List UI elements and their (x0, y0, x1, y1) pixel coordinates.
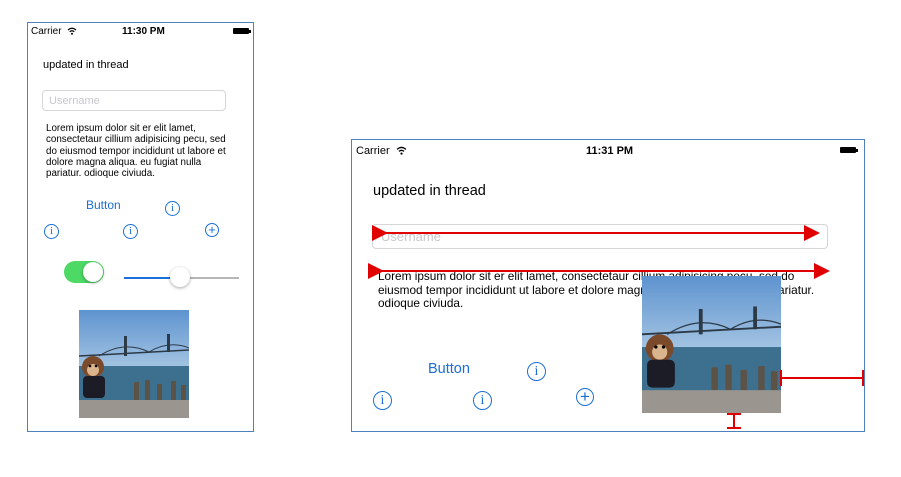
info-icon[interactable]: i (123, 224, 138, 239)
info-icon[interactable]: i (44, 224, 59, 239)
thread-label: updated in thread (43, 59, 129, 71)
switch[interactable] (64, 261, 104, 283)
carrier-label: Carrier (31, 26, 77, 37)
button[interactable]: Button (428, 361, 470, 377)
add-contact-icon[interactable]: + (576, 388, 594, 406)
button[interactable]: Button (86, 198, 121, 212)
monkey-bridge-photo (642, 276, 781, 413)
username-input[interactable] (373, 225, 827, 248)
status-time: 11:30 PM (122, 26, 165, 37)
info-icon[interactable]: i (473, 391, 492, 410)
username-field[interactable] (372, 224, 828, 249)
switch-knob (83, 262, 103, 282)
info-icon[interactable]: i (165, 201, 180, 216)
add-contact-icon[interactable]: + (205, 223, 219, 237)
status-bar: Carrier 11:30 PM (28, 23, 253, 39)
status-bar: Carrier 11:31 PM (352, 140, 864, 157)
lorem-text: Lorem ipsum dolor sit er elit lamet, con… (46, 123, 226, 180)
info-icon[interactable]: i (527, 362, 546, 381)
info-icon[interactable]: i (373, 391, 392, 410)
slider-thumb[interactable] (170, 267, 190, 287)
username-input[interactable] (43, 91, 225, 111)
carrier-label: Carrier (356, 145, 407, 157)
status-time: 11:31 PM (586, 145, 634, 157)
monkey-bridge-photo (79, 310, 189, 418)
slider[interactable] (124, 267, 239, 289)
username-field[interactable] (42, 90, 226, 111)
battery-icon (233, 28, 251, 34)
battery-icon (840, 147, 858, 153)
wifi-icon (67, 27, 77, 35)
thread-label: updated in thread (373, 183, 486, 199)
wifi-icon (396, 146, 407, 155)
portrait-screen: Carrier 11:30 PM updated in thread Lorem… (27, 22, 254, 432)
landscape-screen: Carrier 11:31 PM updated in thread Lorem… (351, 139, 865, 432)
